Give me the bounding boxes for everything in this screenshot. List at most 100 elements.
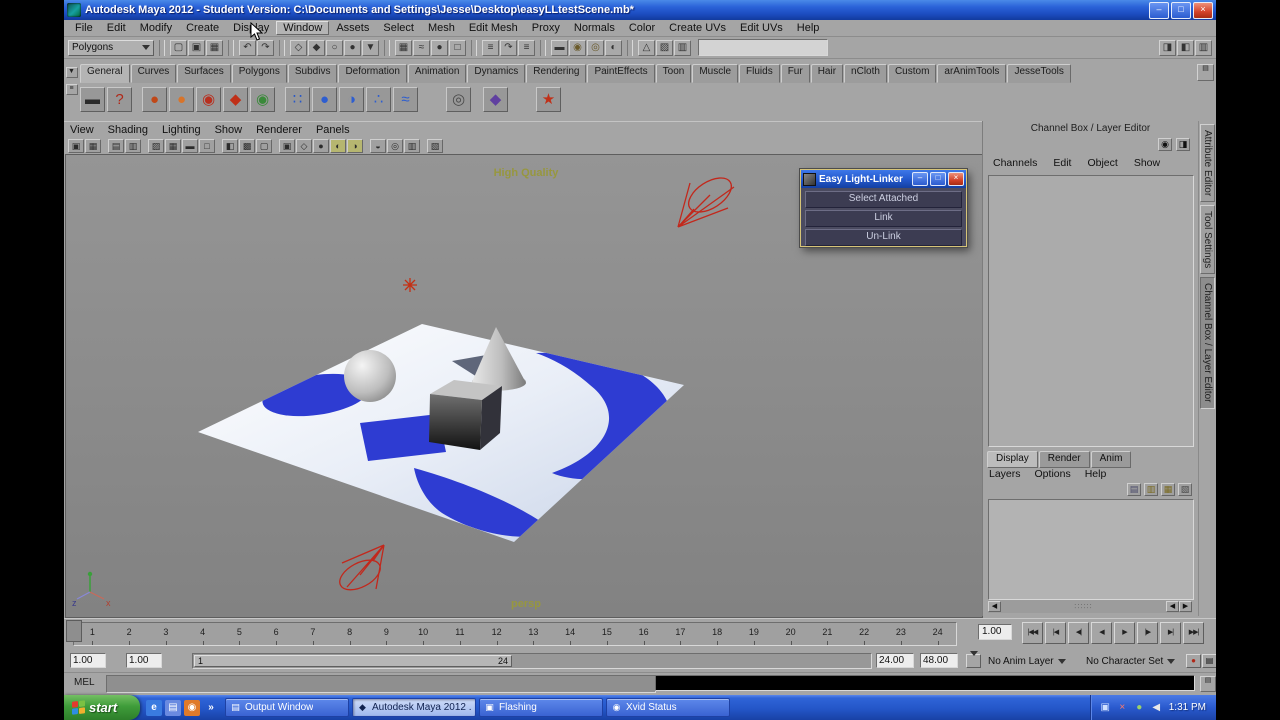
shelf-tab[interactable]: Muscle — [692, 64, 739, 83]
shelf-tab-arrow[interactable]: ▼ — [65, 67, 78, 78]
shelf-tab[interactable]: Rendering — [526, 64, 587, 83]
menu-item[interactable]: Mesh — [421, 21, 462, 35]
shelf-tab[interactable]: Polygons — [231, 64, 287, 83]
play-backwards-button[interactable]: ◀ — [1091, 622, 1112, 644]
frame-tick[interactable]: 3 — [148, 623, 185, 645]
bookmarks-icon[interactable]: ▥ — [125, 138, 141, 153]
frame-tick[interactable]: 9 — [368, 623, 405, 645]
isolate-select-icon[interactable]: ◎ — [387, 138, 403, 153]
frame-tick[interactable]: 6 — [258, 623, 295, 645]
hypershade-icon[interactable]: ▨ — [656, 39, 673, 56]
shelf-editor-icon[interactable]: ▤ — [1197, 64, 1214, 81]
frame-tick[interactable]: 21 — [809, 623, 846, 645]
shaded-mode-icon[interactable]: ● — [313, 138, 329, 153]
animation-start-field[interactable]: 1.00 — [70, 653, 106, 668]
snap-grid-icon[interactable]: ▦ — [395, 39, 412, 56]
open-scene-icon[interactable]: ▣ — [188, 39, 205, 56]
shelf-tab[interactable]: PaintEffects — [587, 64, 655, 83]
shelf-icon-magnet-red[interactable]: ● — [142, 87, 167, 112]
cube-object[interactable] — [429, 380, 502, 450]
textured-mode-icon[interactable]: ◐ — [330, 138, 346, 153]
new-layer-selected-icon[interactable]: ▥ — [1144, 483, 1158, 496]
scroll-left-button[interactable]: ◀ — [988, 601, 1001, 612]
frame-tick[interactable]: 4 — [184, 623, 221, 645]
maximize-button[interactable]: □ — [1171, 1, 1191, 19]
command-line-mode-label[interactable]: MEL — [74, 677, 95, 688]
layer-editor-tab[interactable]: Display — [987, 451, 1038, 468]
grid-toggle-icon[interactable]: ▦ — [165, 138, 181, 153]
frame-tick[interactable]: 12 — [478, 623, 515, 645]
menu-item[interactable]: Color — [622, 21, 662, 35]
frame-tick[interactable]: 5 — [221, 623, 258, 645]
playback-range-bar[interactable]: 1 24 — [194, 655, 512, 667]
new-empty-layer-icon[interactable]: ▤ — [1127, 483, 1141, 496]
menu-item[interactable]: Help — [790, 21, 827, 35]
task-flashing[interactable]: ▣ Flashing — [479, 698, 603, 717]
shelf-tab[interactable]: Animation — [407, 64, 467, 83]
scroll-left-button-2[interactable]: ◀ — [1166, 601, 1179, 612]
layer-editor-tab[interactable]: Anim — [1090, 451, 1132, 468]
shelf-tab[interactable]: JesseTools — [1007, 64, 1071, 83]
shelf-icon-snap-green[interactable]: ◉ — [250, 87, 275, 112]
animation-end-field[interactable]: 48.00 — [920, 653, 958, 668]
four-view-icon[interactable]: ▦ — [85, 138, 101, 153]
task-maya[interactable]: ◆ Autodesk Maya 2012 ... — [352, 698, 476, 717]
menu-item[interactable]: Edit Mesh — [462, 21, 525, 35]
tray-volume-icon[interactable]: ◀ — [1150, 701, 1163, 714]
show-tool-settings-icon[interactable]: ◧ — [1177, 39, 1194, 56]
shelf-icon-slate[interactable]: ▬ — [80, 87, 105, 112]
frame-tick[interactable]: 14 — [552, 623, 589, 645]
channel-box-menu-item[interactable]: Show — [1134, 157, 1160, 169]
shelf-icon-magnet-blue[interactable]: ● — [312, 87, 337, 112]
animation-preferences-button[interactable]: ▤ — [1202, 654, 1216, 668]
shelf-tab[interactable]: nCloth — [844, 64, 887, 83]
command-line-output[interactable] — [655, 675, 1195, 691]
show-attribute-editor-icon[interactable]: ◨ — [1159, 39, 1176, 56]
wireframe-mode-icon[interactable]: ◇ — [296, 138, 312, 153]
channel-speed-icon[interactable]: ◉ — [1158, 138, 1172, 151]
toolbar-separator[interactable] — [228, 39, 234, 56]
task-output-window[interactable]: ▤ Output Window — [225, 698, 349, 717]
menu-item[interactable]: File — [68, 21, 100, 35]
light-linker-title-bar[interactable]: Easy Light-Linker – □ × — [801, 170, 966, 188]
shelf-tab[interactable]: Hair — [810, 64, 844, 83]
shelf-tab[interactable]: Custom — [887, 64, 937, 83]
open-render-view-icon[interactable]: ▬ — [551, 39, 568, 56]
light-linker-minimize-button[interactable]: – — [912, 172, 928, 186]
show-desktop-icon[interactable]: ▤ — [165, 699, 181, 716]
tray-xvid-icon[interactable]: × — [1116, 701, 1129, 714]
frame-tick[interactable]: 16 — [625, 623, 662, 645]
shelf-icon-emitter-blue[interactable]: ◑ — [339, 87, 364, 112]
select-mask-icon[interactable]: ● — [344, 39, 361, 56]
playback-end-field[interactable]: 24.00 — [876, 653, 914, 668]
xray-icon[interactable]: ▥ — [404, 138, 420, 153]
play-forwards-button[interactable]: ▶ — [1114, 622, 1135, 644]
channel-box-menu-item[interactable]: Edit — [1053, 157, 1071, 169]
menu-item[interactable]: Select — [376, 21, 421, 35]
menu-item[interactable]: Edit — [100, 21, 133, 35]
shelf-tab[interactable]: arAnimTools — [937, 64, 1007, 83]
range-options-button[interactable] — [966, 651, 981, 668]
menu-item[interactable]: Assets — [329, 21, 376, 35]
toolbar-separator[interactable] — [384, 39, 390, 56]
auto-keyframe-button[interactable]: ● — [1186, 654, 1201, 668]
camera-attributes-icon[interactable]: ▤ — [108, 138, 124, 153]
task-xvid[interactable]: ◉ Xvid Status — [606, 698, 730, 717]
single-view-icon[interactable]: ▣ — [68, 138, 84, 153]
frame-tick[interactable]: 17 — [662, 623, 699, 645]
panel-menu-item[interactable]: Shading — [108, 124, 156, 136]
go-to-end-button[interactable]: ▶▶| — [1183, 622, 1204, 644]
shelf-icon-comet-red[interactable]: ◆ — [223, 87, 248, 112]
layer-scrollbar[interactable]: ◀ ∷∷∷ ◀ ▶ — [988, 600, 1192, 613]
save-scene-icon[interactable]: ▦ — [206, 39, 223, 56]
film-gate-icon[interactable]: ▬ — [182, 138, 198, 153]
frame-tick[interactable]: 15 — [589, 623, 626, 645]
shelf-menu-button[interactable]: ≡ — [65, 84, 78, 95]
snap-point-icon[interactable]: ● — [431, 39, 448, 56]
layer-membership-icon[interactable]: ▦ — [1161, 483, 1175, 496]
step-back-key-button[interactable]: ◀| — [1068, 622, 1089, 644]
script-editor-button[interactable]: ▤ — [1200, 676, 1216, 692]
quick-launch-chevron[interactable]: » — [203, 700, 219, 716]
menu-item[interactable]: Proxy — [525, 21, 567, 35]
frame-tick[interactable]: 13 — [515, 623, 552, 645]
